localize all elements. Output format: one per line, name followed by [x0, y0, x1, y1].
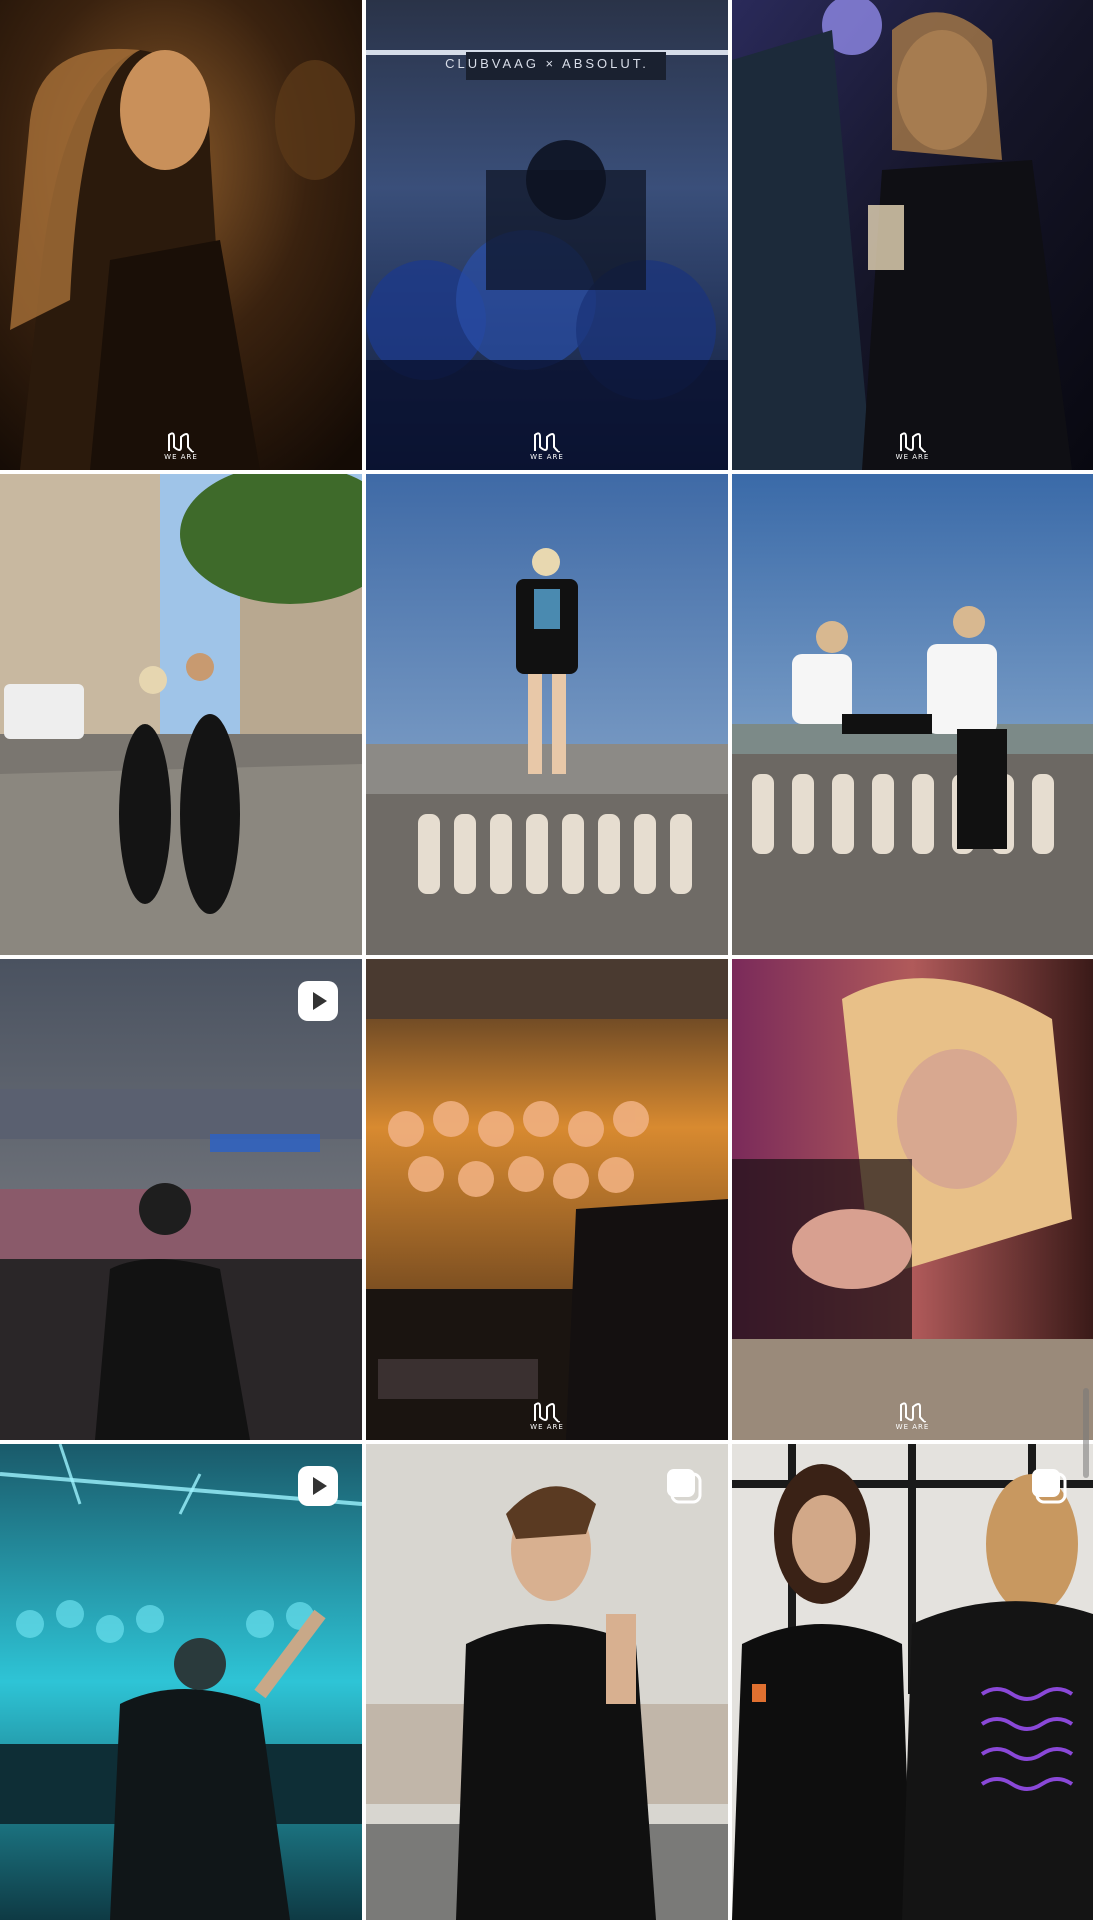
post-tile-2[interactable]: CLUBVAAG × ABSOLUT. WE ARE [366, 0, 728, 470]
scrollbar[interactable] [1083, 1388, 1089, 1478]
post-image [0, 0, 362, 470]
post-image [0, 959, 362, 1440]
post-tile-12[interactable] [732, 1444, 1093, 1920]
post-image [0, 474, 362, 955]
post-tile-5[interactable] [366, 474, 728, 955]
post-image [732, 0, 1093, 470]
banner-text: CLUBVAAG × ABSOLUT. [445, 56, 649, 71]
post-image [0, 1444, 362, 1920]
post-image [366, 959, 728, 1440]
watermark-logo: WE ARE [527, 1401, 567, 1432]
post-image [366, 474, 728, 955]
post-tile-6[interactable] [732, 474, 1093, 955]
post-tile-9[interactable]: WE ARE [732, 959, 1093, 1440]
reel-play-icon [296, 1464, 340, 1508]
watermark-logo: WE ARE [161, 431, 201, 462]
post-tile-10[interactable] [0, 1444, 362, 1920]
post-image [732, 474, 1093, 955]
carousel-icon [1027, 1464, 1071, 1508]
post-tile-1[interactable]: WE ARE [0, 0, 362, 470]
post-tile-11[interactable] [366, 1444, 728, 1920]
post-tile-8[interactable]: WE ARE [366, 959, 728, 1440]
post-tile-3[interactable]: WE ARE [732, 0, 1093, 470]
carousel-icon [662, 1464, 706, 1508]
post-tile-4[interactable] [0, 474, 362, 955]
reel-play-icon [296, 979, 340, 1023]
post-image [732, 1444, 1093, 1920]
profile-post-grid: WE ARE CLUBVAAG × ABSOLUT. WE ARE WE ARE… [0, 0, 1093, 1920]
watermark-logo: WE ARE [893, 1401, 933, 1432]
post-image [732, 959, 1093, 1440]
post-image [366, 1444, 728, 1920]
watermark-logo: WE ARE [893, 431, 933, 462]
post-tile-7[interactable] [0, 959, 362, 1440]
watermark-logo: WE ARE [527, 431, 567, 462]
